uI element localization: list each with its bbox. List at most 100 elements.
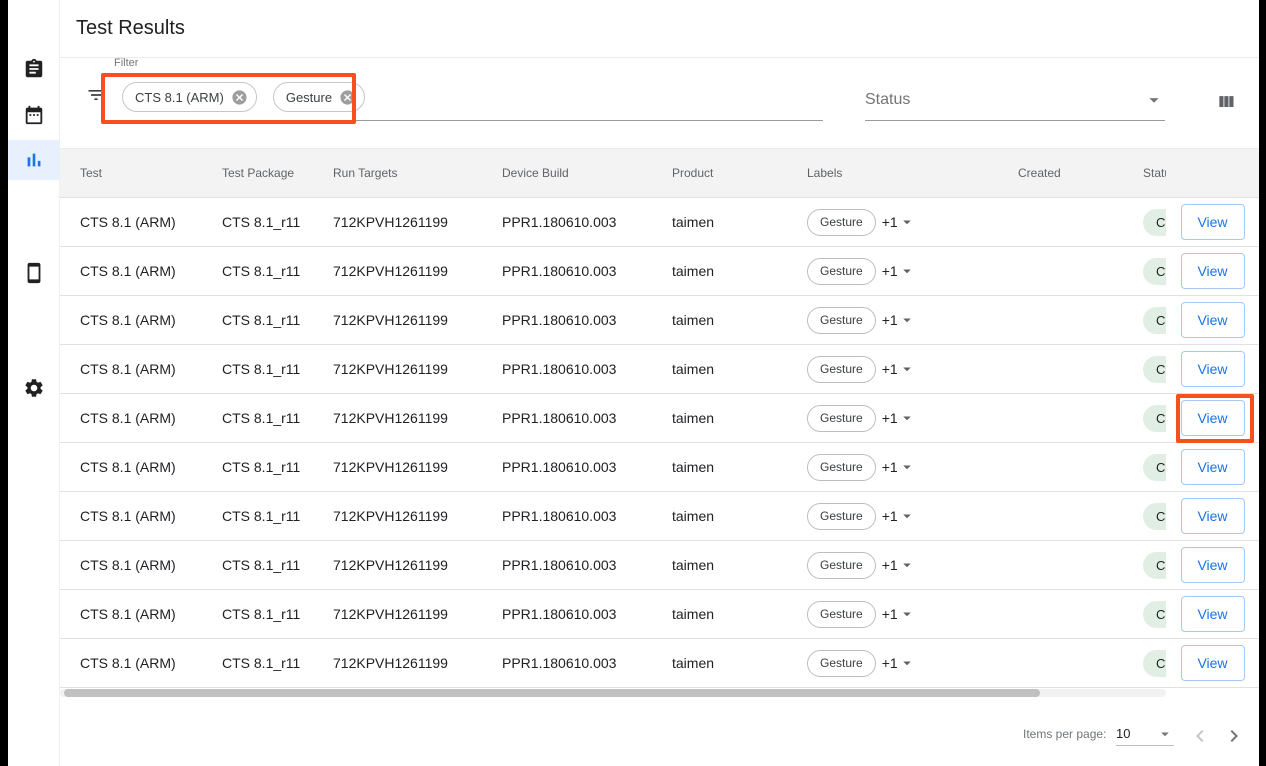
view-button[interactable]: View — [1181, 498, 1245, 534]
cell-device-build: PPR1.180610.003 — [502, 459, 672, 475]
tasks-icon[interactable] — [23, 58, 45, 80]
action-rows: View View View View View View View View … — [1166, 198, 1259, 688]
table-row: CTS 8.1 (ARM) CTS 8.1_r11 712KPVH1261199… — [60, 198, 1166, 247]
cell-device-build: PPR1.180610.003 — [502, 214, 672, 230]
cell-product: taimen — [672, 263, 807, 279]
column-header-test: Test — [60, 166, 222, 180]
chevron-down-icon — [898, 605, 916, 623]
more-labels-count: +1 — [882, 263, 898, 279]
more-labels-dropdown[interactable]: +1 — [882, 556, 916, 574]
view-button[interactable]: View — [1181, 547, 1245, 583]
table-action-row: View — [1166, 443, 1259, 492]
more-labels-dropdown[interactable]: +1 — [882, 213, 916, 231]
cell-labels: Gesture +1 — [807, 209, 1018, 236]
table-row: CTS 8.1 (ARM) CTS 8.1_r11 712KPVH1261199… — [60, 345, 1166, 394]
gear-icon[interactable] — [23, 377, 45, 399]
column-header-product: Product — [672, 166, 807, 180]
cell-device-build: PPR1.180610.003 — [502, 410, 672, 426]
chevron-down-icon — [898, 507, 916, 525]
view-button[interactable]: View — [1181, 645, 1245, 681]
chevron-down-icon — [898, 654, 916, 672]
filter-chip-label: Gesture — [286, 90, 332, 105]
status-field-underline — [865, 120, 1165, 121]
cell-device-build: PPR1.180610.003 — [502, 557, 672, 573]
remove-chip-icon[interactable] — [231, 89, 248, 106]
label-chip: Gesture — [807, 258, 876, 285]
cell-status: C — [1143, 503, 1166, 530]
chevron-down-icon — [898, 262, 916, 280]
cell-device-build: PPR1.180610.003 — [502, 312, 672, 328]
horizontal-scrollbar-thumb[interactable] — [64, 689, 1040, 697]
columns-icon[interactable] — [1216, 92, 1236, 112]
filter-chip: Gesture — [273, 82, 365, 112]
cell-device-build: PPR1.180610.003 — [502, 508, 672, 524]
more-labels-dropdown[interactable]: +1 — [882, 507, 916, 525]
more-labels-dropdown[interactable]: +1 — [882, 262, 916, 280]
view-button[interactable]: View — [1181, 302, 1245, 338]
table-header-row: Test Test Package Run Targets Device Bui… — [60, 148, 1166, 198]
next-page-button[interactable] — [1222, 724, 1246, 748]
more-labels-dropdown[interactable]: +1 — [882, 458, 916, 476]
table-row: CTS 8.1 (ARM) CTS 8.1_r11 712KPVH1261199… — [60, 590, 1166, 639]
cell-product: taimen — [672, 361, 807, 377]
more-labels-dropdown[interactable]: +1 — [882, 360, 916, 378]
view-button[interactable]: View — [1181, 253, 1245, 289]
cell-test-package: CTS 8.1_r11 — [222, 361, 333, 377]
smartphone-icon[interactable] — [23, 262, 45, 284]
table-row: CTS 8.1 (ARM) CTS 8.1_r11 712KPVH1261199… — [60, 296, 1166, 345]
horizontal-scrollbar-track[interactable] — [60, 689, 1166, 697]
cell-test: CTS 8.1 (ARM) — [60, 459, 222, 475]
cell-product: taimen — [672, 557, 807, 573]
filter-field-underline — [122, 120, 823, 121]
cell-run-targets: 712KPVH1261199 — [333, 312, 502, 328]
chevron-down-icon — [898, 409, 916, 427]
cell-labels: Gesture +1 — [807, 601, 1018, 628]
previous-page-button[interactable] — [1188, 724, 1212, 748]
cell-status: C — [1143, 454, 1166, 481]
more-labels-dropdown[interactable]: +1 — [882, 409, 916, 427]
cell-run-targets: 712KPVH1261199 — [333, 263, 502, 279]
chevron-down-icon — [1143, 89, 1165, 111]
bar-chart-icon[interactable] — [23, 149, 45, 171]
cell-status: C — [1143, 650, 1166, 677]
status-badge: C — [1143, 405, 1166, 432]
view-button[interactable]: View — [1181, 449, 1245, 485]
cell-test-package: CTS 8.1_r11 — [222, 655, 333, 671]
column-header-device-build: Device Build — [502, 166, 672, 180]
cell-status: C — [1143, 356, 1166, 383]
more-labels-dropdown[interactable]: +1 — [882, 605, 916, 623]
view-button[interactable]: View — [1181, 204, 1245, 240]
calendar-icon[interactable] — [23, 104, 45, 126]
cell-status: C — [1143, 405, 1166, 432]
more-labels-count: +1 — [882, 508, 898, 524]
action-column-header — [1166, 148, 1259, 198]
cell-device-build: PPR1.180610.003 — [502, 655, 672, 671]
cell-test: CTS 8.1 (ARM) — [60, 214, 222, 230]
more-labels-count: +1 — [882, 410, 898, 426]
status-badge: C — [1143, 258, 1166, 285]
more-labels-dropdown[interactable]: +1 — [882, 654, 916, 672]
label-chip: Gesture — [807, 307, 876, 334]
status-dropdown[interactable]: Status — [865, 86, 1165, 114]
column-header-created: Created — [1018, 166, 1143, 180]
status-badge: C — [1143, 503, 1166, 530]
view-button[interactable]: View — [1181, 400, 1245, 436]
filter-field-label: Filter — [114, 57, 138, 69]
view-button[interactable]: View — [1181, 596, 1245, 632]
cell-product: taimen — [672, 459, 807, 475]
cell-product: taimen — [672, 410, 807, 426]
status-dropdown-label: Status — [865, 91, 910, 109]
cell-status: C — [1143, 601, 1166, 628]
remove-chip-icon[interactable] — [339, 89, 356, 106]
cell-run-targets: 712KPVH1261199 — [333, 214, 502, 230]
page-header: Test Results — [60, 0, 1259, 58]
view-button[interactable]: View — [1181, 351, 1245, 387]
filter-icon[interactable] — [86, 85, 106, 105]
more-labels-dropdown[interactable]: +1 — [882, 311, 916, 329]
cell-status: C — [1143, 307, 1166, 334]
filter-chip-label: CTS 8.1 (ARM) — [135, 90, 224, 105]
table-row: CTS 8.1 (ARM) CTS 8.1_r11 712KPVH1261199… — [60, 541, 1166, 590]
more-labels-count: +1 — [882, 606, 898, 622]
items-per-page-select[interactable]: 10 — [1116, 722, 1174, 746]
cell-test-package: CTS 8.1_r11 — [222, 312, 333, 328]
